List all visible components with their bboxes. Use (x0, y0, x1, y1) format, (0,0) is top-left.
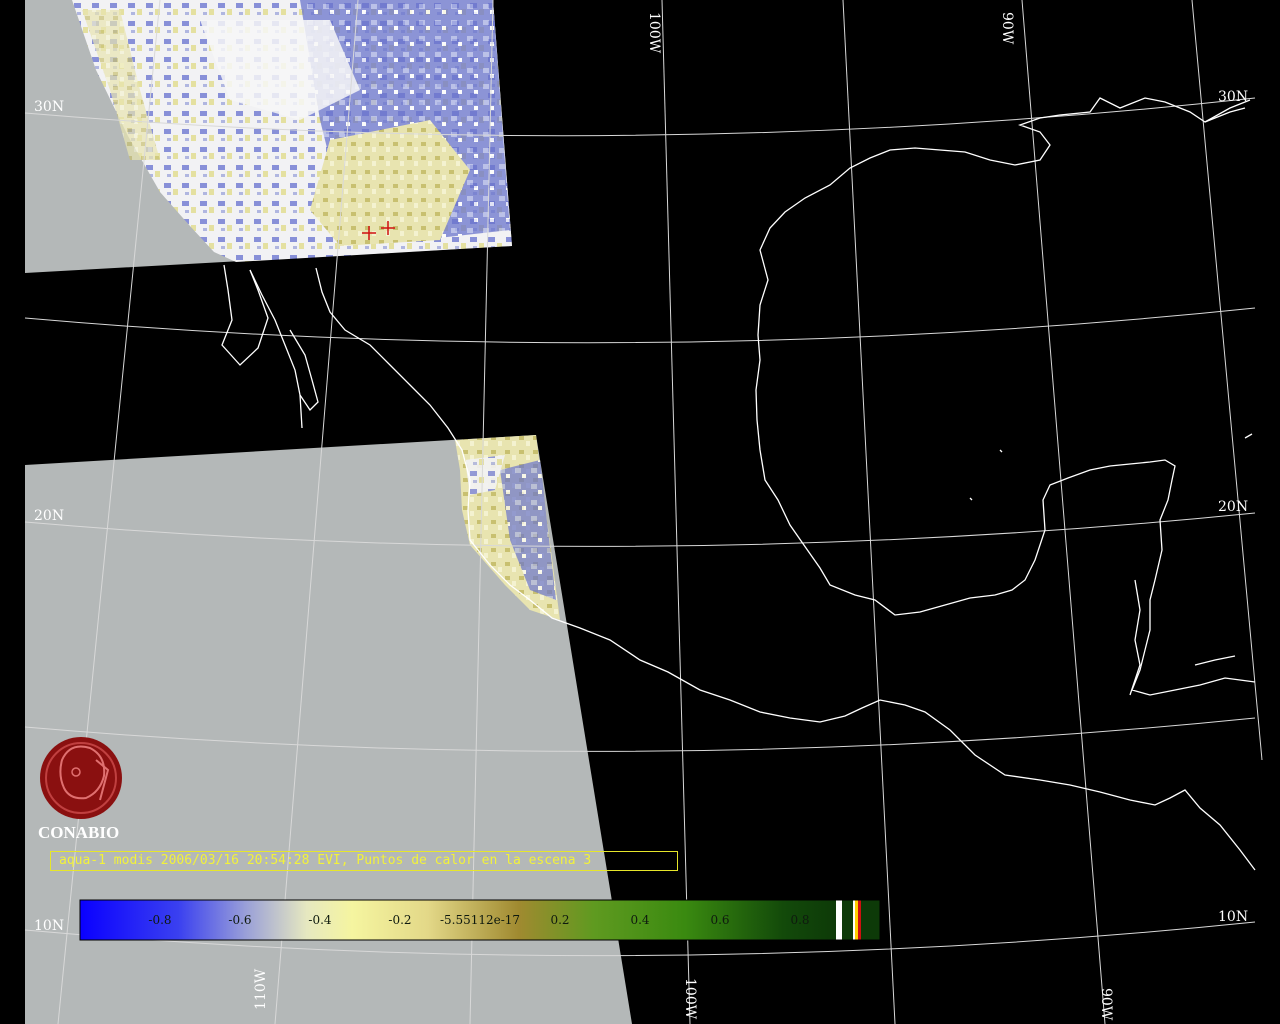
lat-label: 30N (34, 99, 64, 115)
colorbar-swatch (855, 900, 858, 940)
lat-label: 10N (34, 918, 64, 934)
satellite-swath-north (25, 0, 512, 273)
colorbar-label: -5.55112e-17 (440, 913, 520, 927)
lon-label: 100W (646, 12, 662, 54)
colorbar-label: -0.8 (148, 913, 171, 927)
colorbar-label: -0.6 (228, 913, 251, 927)
lat-label: 20N (34, 508, 64, 524)
lon-label: 100W (682, 978, 698, 1020)
colorbar-label: 0.4 (630, 913, 649, 927)
colorbar-label: 0.2 (550, 913, 569, 927)
colorbar: -0.8 -0.6 -0.4 -0.2 -5.55112e-17 0.2 0.4 0.6 0.8 (79, 899, 881, 941)
colorbar-swatch (836, 900, 842, 940)
colorbar-swatch (858, 900, 861, 940)
lat-label: 10N (1218, 909, 1248, 925)
lat-label: 20N (1218, 499, 1248, 515)
colorbar-label: -0.2 (388, 913, 411, 927)
scene-caption: aqua-1 modis 2006/03/16 20:54:28 EVI, Pu… (50, 851, 678, 871)
conabio-logo: CONABIO (38, 737, 122, 842)
lon-label: 90W (999, 12, 1015, 45)
lat-label: 30N (1218, 89, 1248, 105)
lon-label: 110W (253, 968, 269, 1010)
colorbar-label: -0.4 (308, 913, 332, 927)
colorbar-label: 0.6 (710, 913, 729, 927)
logo-text: CONABIO (38, 823, 119, 842)
lon-label: 90W (1098, 988, 1114, 1021)
colorbar-label: 0.8 (790, 913, 809, 927)
